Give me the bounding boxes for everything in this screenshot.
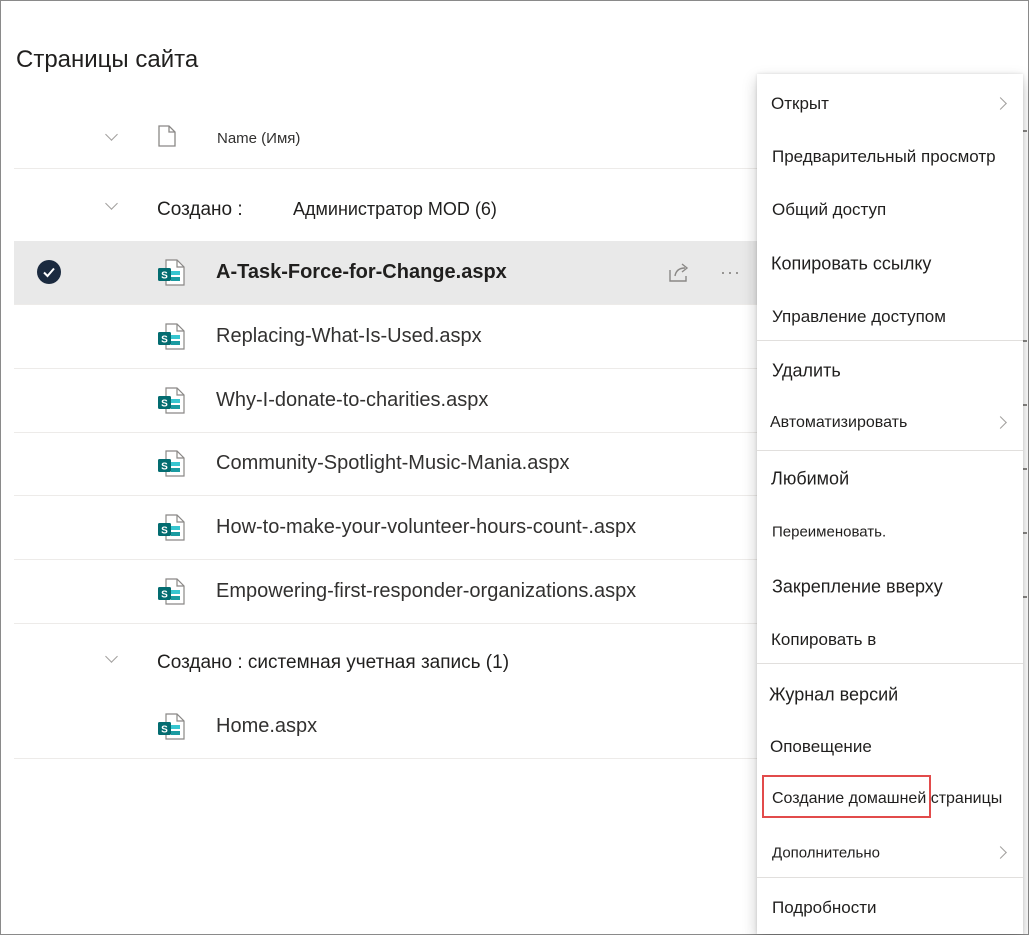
svg-text:S: S — [161, 590, 168, 601]
menu-item-version-history[interactable]: Журнал версий — [757, 668, 1023, 721]
sharepoint-page-icon: S — [158, 259, 185, 286]
svg-text:S: S — [161, 399, 168, 410]
svg-text:S: S — [161, 335, 168, 346]
sharepoint-page-icon: S — [158, 323, 185, 350]
highlight-annotation-box — [762, 775, 931, 818]
menu-separator — [757, 877, 1023, 878]
menu-item-manage-access[interactable]: Управление доступом — [757, 290, 1023, 343]
svg-text:S: S — [161, 725, 168, 736]
file-name[interactable]: How-to-make-your-volunteer-hours-count-.… — [216, 516, 636, 539]
svg-text:S: S — [161, 526, 168, 537]
sharepoint-page-icon: S — [158, 450, 185, 477]
sharepoint-page-icon: S — [158, 578, 185, 605]
share-icon[interactable] — [666, 261, 690, 283]
submenu-chevron-icon — [994, 415, 1007, 429]
menu-item-copy-to[interactable]: Копировать в — [757, 613, 1023, 666]
table-row[interactable]: S Community-Spotlight-Music-Mania.aspx — [14, 432, 757, 496]
menu-item-favorite[interactable]: Любимой — [757, 452, 1023, 505]
menu-item-more[interactable]: Дополнительно — [757, 826, 1023, 879]
sharepoint-page-icon: S — [158, 387, 185, 414]
group-header-label: Создано : — [157, 199, 243, 220]
row-selected-check-icon[interactable] — [37, 260, 61, 284]
file-name[interactable]: Community-Spotlight-Music-Mania.aspx — [216, 452, 569, 475]
table-row[interactable]: S Replacing-What-Is-Used.aspx — [14, 305, 757, 369]
menu-item-pin-to-top[interactable]: Закрепление вверху — [757, 560, 1023, 613]
sharepoint-page-icon: S — [158, 514, 185, 541]
table-row[interactable]: S A-Task-Force-for-Change.aspx ··· — [14, 241, 757, 305]
table-row[interactable]: S Home.aspx — [14, 695, 757, 759]
menu-item-delete[interactable]: Удалить — [757, 344, 1023, 397]
menu-item-copy-link[interactable]: Копировать ссылку — [757, 237, 1023, 290]
document-icon — [158, 125, 176, 147]
file-name[interactable]: Home.aspx — [216, 715, 317, 738]
page-title: Страницы сайта — [16, 46, 199, 73]
file-name[interactable]: A-Task-Force-for-Change.aspx — [216, 261, 507, 284]
header-divider — [14, 168, 757, 169]
menu-separator — [757, 663, 1023, 664]
svg-text:S: S — [161, 462, 168, 473]
menu-item-automate[interactable]: Автоматизировать — [757, 396, 1023, 449]
sharepoint-page-icon: S — [158, 713, 185, 740]
menu-item-share[interactable]: Общий доступ — [757, 183, 1023, 236]
table-row[interactable]: S How-to-make-your-volunteer-hours-count… — [14, 496, 757, 560]
file-name[interactable]: Empowering-first-responder-organizations… — [216, 580, 636, 603]
submenu-chevron-icon — [994, 96, 1007, 110]
svg-text:S: S — [161, 271, 168, 282]
context-menu: Открыт Предварительный просмотр Общий до… — [757, 74, 1023, 934]
menu-item-alert[interactable]: Оповещение — [757, 720, 1023, 773]
group-header-value: Администратор MOD (6) — [293, 199, 497, 219]
file-name[interactable]: Replacing-What-Is-Used.aspx — [216, 325, 482, 348]
table-row[interactable]: S Empowering-first-responder-organizatio… — [14, 560, 757, 624]
menu-item-rename[interactable]: Переименовать. — [757, 505, 1023, 558]
group-header-label: Создано : системная учетная запись (1) — [157, 652, 510, 673]
more-icon[interactable]: ··· — [720, 263, 741, 281]
column-header-name[interactable]: Name (Имя) — [217, 130, 300, 147]
menu-item-details[interactable]: Подробности — [757, 881, 1023, 934]
file-name[interactable]: Why-I-donate-to-charities.aspx — [216, 389, 488, 412]
submenu-chevron-icon — [994, 845, 1007, 859]
menu-separator — [757, 340, 1023, 341]
menu-separator — [757, 450, 1023, 451]
menu-item-open[interactable]: Открыт — [757, 77, 1023, 130]
table-row[interactable]: S Why-I-donate-to-charities.aspx — [14, 369, 757, 433]
menu-item-preview[interactable]: Предварительный просмотр — [757, 130, 1023, 183]
